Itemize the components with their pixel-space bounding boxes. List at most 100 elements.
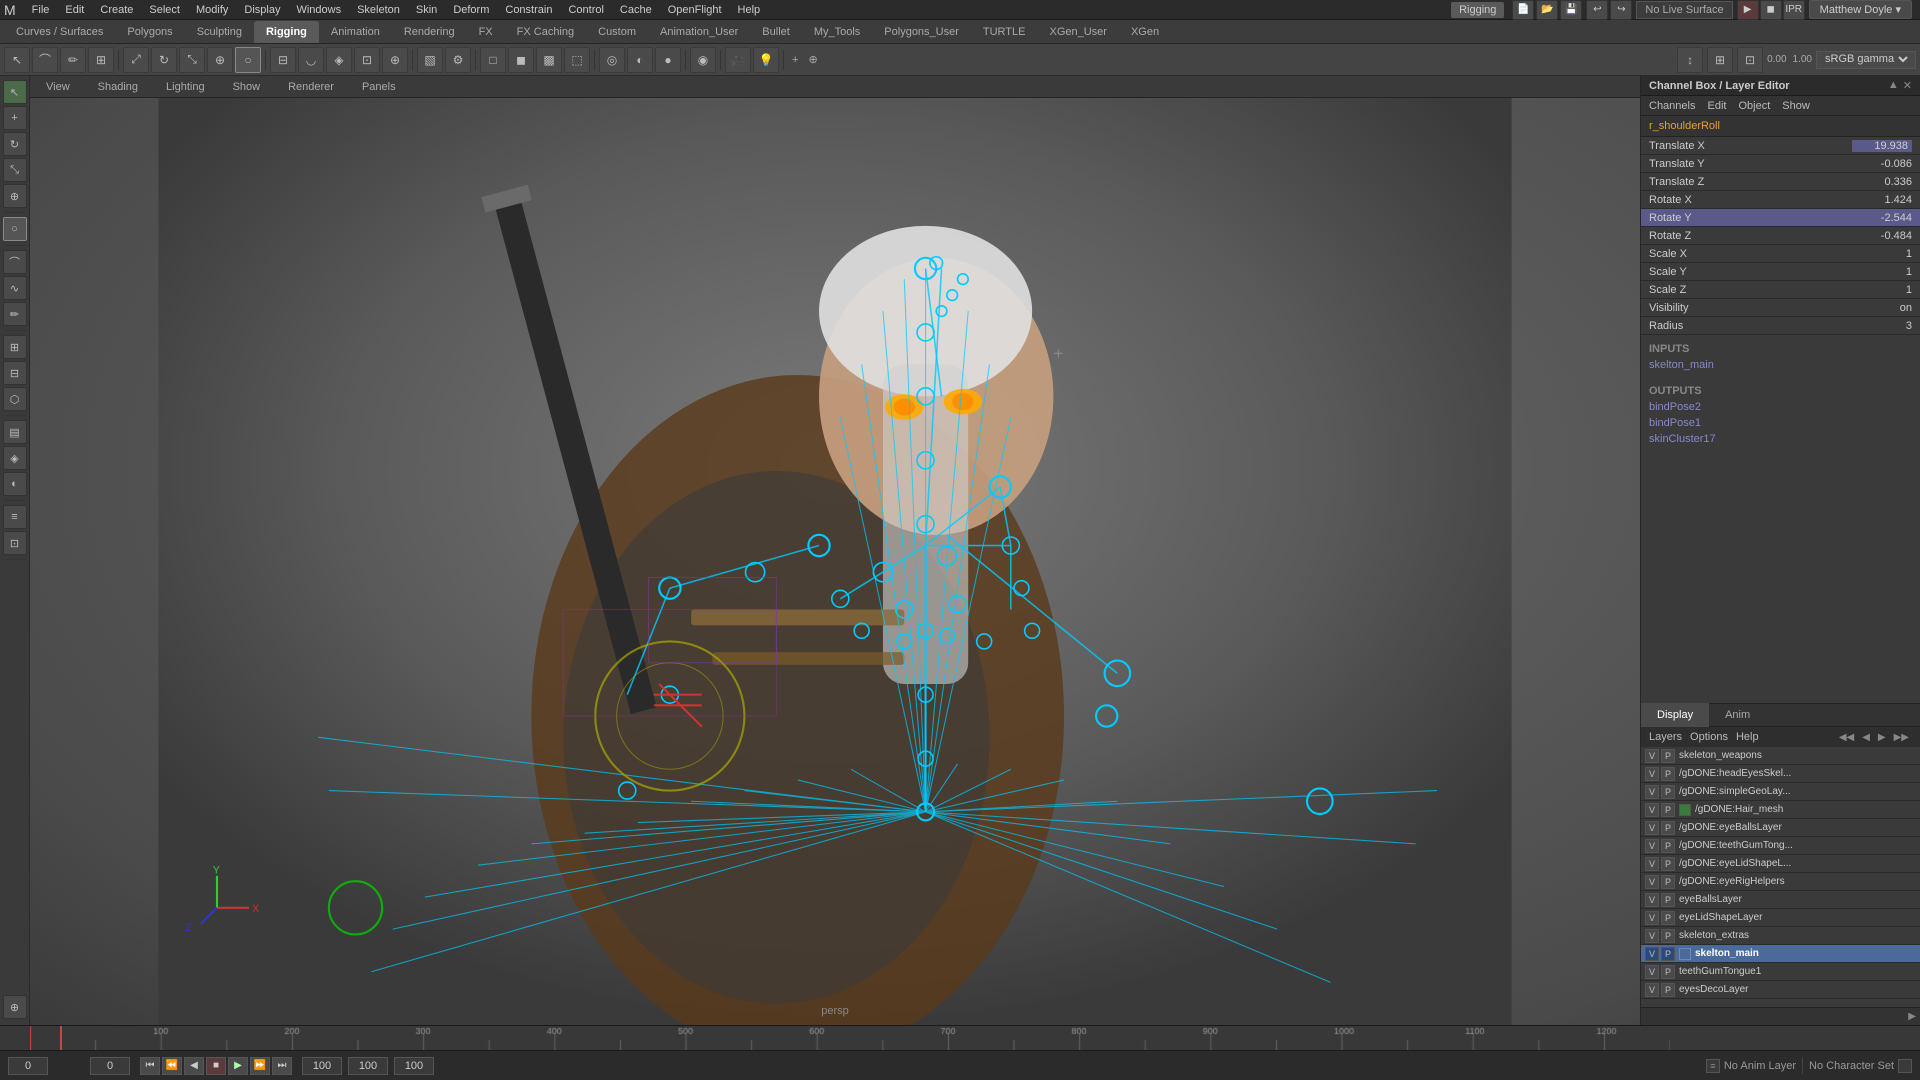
channel-rx[interactable]: Rotate X 1.424 — [1641, 191, 1920, 209]
output-node-0[interactable]: bindPose2 — [1649, 399, 1912, 415]
play-fwd-btn[interactable]: ▶ — [228, 1057, 248, 1075]
range-end-input[interactable] — [348, 1057, 388, 1075]
tab-curves-surfaces[interactable]: Curves / Surfaces — [4, 21, 115, 43]
layer-v-6[interactable]: V — [1645, 857, 1659, 871]
view-menu[interactable]: View — [38, 76, 78, 98]
menu-constrain[interactable]: Constrain — [497, 0, 560, 20]
open-scene-btn[interactable]: 📂 — [1536, 0, 1558, 20]
ao-btn[interactable]: ● — [655, 47, 681, 73]
menu-file[interactable]: File — [24, 0, 58, 20]
pencil-btn[interactable]: ✏ — [3, 302, 27, 326]
layer-scroll-right[interactable]: ▶▶ — [1891, 732, 1912, 743]
panel-scroll-right-icon[interactable]: ▶ — [1908, 1011, 1916, 1022]
tab-custom[interactable]: Custom — [586, 21, 648, 43]
render-region-btn[interactable]: ▧ — [417, 47, 443, 73]
channel-sx[interactable]: Scale X 1 — [1641, 245, 1920, 263]
layer-v-8[interactable]: V — [1645, 893, 1659, 907]
camera-btn[interactable]: 🎥 — [725, 47, 751, 73]
channel-ty-value[interactable]: -0.086 — [1852, 158, 1912, 170]
layer-v-3[interactable]: V — [1645, 803, 1659, 817]
menu-windows[interactable]: Windows — [288, 0, 349, 20]
render-current-btn[interactable]: ▶ — [1737, 0, 1759, 20]
layer-p-0[interactable]: P — [1661, 749, 1675, 763]
play-back-btn[interactable]: ◀ — [184, 1057, 204, 1075]
frame-input-right[interactable] — [90, 1057, 130, 1075]
snap-point-btn[interactable]: ◈ — [326, 47, 352, 73]
new-scene-btn[interactable]: 📄 — [1512, 0, 1534, 20]
tab-rigging[interactable]: Rigging — [254, 21, 319, 43]
layer-p-7[interactable]: P — [1661, 875, 1675, 889]
snap-view-btn[interactable]: ⊡ — [354, 47, 380, 73]
menu-help[interactable]: Help — [730, 0, 769, 20]
select-tool-btn[interactable]: ↖ — [3, 80, 27, 104]
graph-editor-btn-v[interactable]: ≡ — [3, 505, 27, 529]
universal-btn-v[interactable]: ⊕ — [3, 184, 27, 208]
menu-control[interactable]: Control — [560, 0, 611, 20]
layer-v-10[interactable]: V — [1645, 929, 1659, 943]
tab-animation-user[interactable]: Animation_User — [648, 21, 750, 43]
light-btn[interactable]: 💡 — [753, 47, 779, 73]
channel-tx-value[interactable]: 19.938 — [1852, 140, 1912, 152]
tab-bullet[interactable]: Bullet — [750, 21, 802, 43]
channel-tz[interactable]: Translate Z 0.336 — [1641, 173, 1920, 191]
channel-rx-value[interactable]: 1.424 — [1852, 194, 1912, 206]
menu-select[interactable]: Select — [141, 0, 188, 20]
menu-skin[interactable]: Skin — [408, 0, 445, 20]
anim-tab[interactable]: Anim — [1709, 703, 1766, 727]
paint-select-btn[interactable]: ✏ — [60, 47, 86, 73]
select-mode-btn[interactable]: ↖ — [4, 47, 30, 73]
channel-ty[interactable]: Translate Y -0.086 — [1641, 155, 1920, 173]
channel-radius[interactable]: Radius 3 — [1641, 317, 1920, 335]
layer-v-11[interactable]: V — [1645, 947, 1659, 961]
layers-menu-btn[interactable]: Layers — [1649, 731, 1682, 743]
layer-p-12[interactable]: P — [1661, 965, 1675, 979]
tab-animation[interactable]: Animation — [319, 21, 392, 43]
output-node-1[interactable]: bindPose1 — [1649, 415, 1912, 431]
channel-rz-value[interactable]: -0.484 — [1852, 230, 1912, 242]
tab-polygons-user[interactable]: Polygons_User — [872, 21, 971, 43]
workspace-selector[interactable]: Rigging — [1451, 2, 1504, 18]
viewport[interactable]: View Shading Lighting Show Renderer Pane… — [30, 76, 1640, 1025]
channel-ry[interactable]: Rotate Y -2.544 — [1641, 209, 1920, 227]
dope-sheet-btn[interactable]: ⊡ — [3, 531, 27, 555]
render-seq-btn[interactable]: ◼ — [1760, 0, 1782, 20]
range-end2-input[interactable] — [394, 1057, 434, 1075]
channel-sy-value[interactable]: 1 — [1852, 266, 1912, 278]
lasso-select-btn[interactable]: ⌒ — [32, 47, 58, 73]
skip-to-end-btn[interactable]: ⏭ — [272, 1057, 292, 1075]
layer-p-13[interactable]: P — [1661, 983, 1675, 997]
smooth-wire-btn[interactable]: ▩ — [536, 47, 562, 73]
shading-menu[interactable]: Shading — [90, 76, 146, 98]
snap-live-btn[interactable]: ⊕ — [382, 47, 408, 73]
menu-edit[interactable]: Edit — [57, 0, 92, 20]
layer-p-6[interactable]: P — [1661, 857, 1675, 871]
current-frame-input[interactable] — [8, 1057, 48, 1075]
layer-p-1[interactable]: P — [1661, 767, 1675, 781]
channels-menu[interactable]: Channels — [1649, 100, 1695, 112]
menu-create[interactable]: Create — [92, 0, 141, 20]
layer-scroll-prev[interactable]: ◀ — [1859, 732, 1873, 743]
layer-p-9[interactable]: P — [1661, 911, 1675, 925]
char-set-icon[interactable] — [1898, 1059, 1912, 1073]
layer-v-7[interactable]: V — [1645, 875, 1659, 889]
grid-btn[interactable]: ⊞ — [1707, 47, 1733, 73]
layer-p-5[interactable]: P — [1661, 839, 1675, 853]
timeline-ruler[interactable] — [0, 1026, 1920, 1051]
edit-menu[interactable]: Edit — [1707, 100, 1726, 112]
channel-ry-value[interactable]: -2.544 — [1852, 212, 1912, 224]
menu-modify[interactable]: Modify — [188, 0, 236, 20]
layer-scroll-next[interactable]: ▶ — [1875, 732, 1889, 743]
tab-my-tools[interactable]: My_Tools — [802, 21, 872, 43]
channel-vis[interactable]: Visibility on — [1641, 299, 1920, 317]
joint-btn[interactable]: ⊞ — [3, 335, 27, 359]
renderer-menu[interactable]: Renderer — [280, 76, 342, 98]
time-indicator[interactable] — [60, 1026, 62, 1051]
tab-xgen[interactable]: XGen — [1119, 21, 1171, 43]
layer-p-10[interactable]: P — [1661, 929, 1675, 943]
channel-sx-value[interactable]: 1 — [1852, 248, 1912, 260]
channel-rz[interactable]: Rotate Z -0.484 — [1641, 227, 1920, 245]
output-node-2[interactable]: skinCluster17 — [1649, 431, 1912, 447]
wireframe-btn[interactable]: □ — [480, 47, 506, 73]
step-back-btn[interactable]: ⏪ — [162, 1057, 182, 1075]
panel-expand-icon[interactable]: ▲ — [1888, 79, 1899, 92]
